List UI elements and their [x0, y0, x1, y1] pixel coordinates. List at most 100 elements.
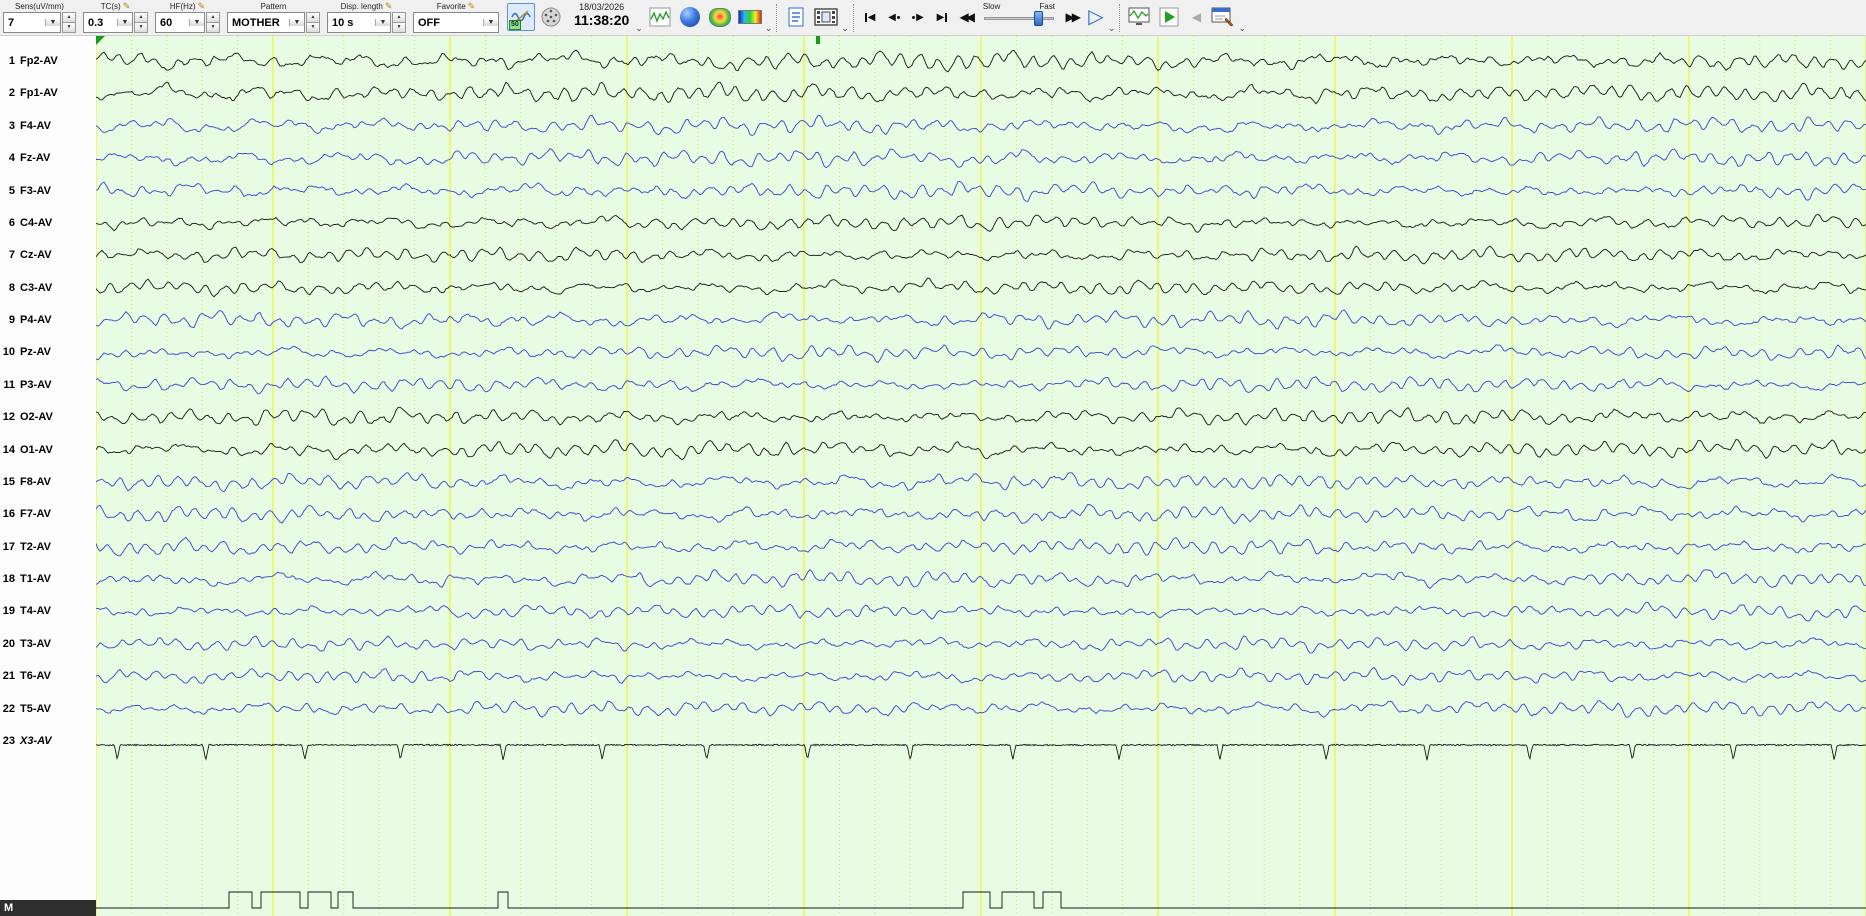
- channel-label-row[interactable]: 9 P4-AV: [0, 312, 96, 328]
- marker-channel-label[interactable]: M: [0, 900, 96, 916]
- sensitivity-up-button[interactable]: ▲: [62, 12, 76, 23]
- channel-label-row[interactable]: 23 X3-AV: [0, 733, 96, 749]
- channel-label-row[interactable]: 4 Fz-AV: [0, 150, 96, 166]
- high-filter-up-button[interactable]: ▲: [206, 12, 220, 23]
- channel-label-row[interactable]: 19 T4-AV: [0, 603, 96, 619]
- montage-settings-icon: [1211, 7, 1234, 27]
- channel-label-column: M 1 Fp2-AV 2 Fp1-AV 3 F4-AV 4 Fz-AV 5 F3-AV 6 C4-AV…: [0, 36, 96, 916]
- speed-fast-label: Fast: [1039, 2, 1055, 11]
- edit-pencil-icon[interactable]: ✎: [123, 2, 131, 11]
- datetime-display[interactable]: 18/03/2026 11:38:20: [570, 2, 633, 28]
- speed-slider-handle[interactable]: [1033, 11, 1043, 26]
- channel-label-row[interactable]: 21 T6-AV: [0, 668, 96, 684]
- channel-label-row[interactable]: 18 T1-AV: [0, 571, 96, 587]
- channel-label-row[interactable]: 11 P3-AV: [0, 377, 96, 393]
- pattern-dropdown-icon[interactable]: ▼: [289, 19, 304, 26]
- channel-number: 12: [2, 411, 15, 424]
- channel-label: X3-AV: [20, 734, 52, 747]
- rewind-button[interactable]: ◀◀: [954, 5, 978, 29]
- display-length-up-button[interactable]: ▲: [392, 12, 406, 23]
- favorite-select[interactable]: OFF ▼: [413, 12, 499, 33]
- topographic-map-button[interactable]: [706, 3, 734, 31]
- time-constant-up-button[interactable]: ▲: [134, 12, 148, 23]
- datetime-dropdown-icon[interactable]: ⌄: [635, 23, 643, 34]
- display-length-select[interactable]: 10 s ▼: [327, 12, 391, 33]
- eeg-trace-area[interactable]: [96, 36, 1866, 916]
- display-length-control: Disp. length ✎ 10 s ▼ ▲ ▼: [327, 1, 406, 33]
- time-constant-control: TC(s) ✎ 0.3 ▼ ▲ ▼: [83, 1, 148, 33]
- trace-view-button[interactable]: [646, 3, 674, 31]
- fast-forward-button[interactable]: ▶▶: [1060, 5, 1084, 29]
- channel-label-row[interactable]: 8 C3-AV: [0, 280, 96, 296]
- play-button[interactable]: ▷: [1084, 5, 1108, 29]
- channel-label-row[interactable]: 22 T5-AV: [0, 701, 96, 717]
- channel-label-row[interactable]: 5 F3-AV: [0, 183, 96, 199]
- video-button[interactable]: [812, 3, 840, 31]
- brain-3d-map-button[interactable]: [676, 3, 704, 31]
- channel-number: 11: [3, 378, 15, 391]
- channel-number: 23: [2, 734, 15, 747]
- pattern-up-button[interactable]: ▲: [306, 12, 320, 23]
- channel-label-row[interactable]: 12 O2-AV: [0, 409, 96, 425]
- eeg-canvas[interactable]: [96, 36, 1866, 916]
- channel-label-row[interactable]: 15 F8-AV: [0, 474, 96, 490]
- channel-label-row[interactable]: 16 F7-AV: [0, 506, 96, 522]
- eeg-viewer-window: Sens(uV/mm) 7 ▼ ▲ ▼ TC(s) ✎ 0.3 ▼ ▲ ▼ HF…: [0, 0, 1866, 916]
- channel-label-row[interactable]: 6 C4-AV: [0, 215, 96, 231]
- display-length-down-button[interactable]: ▼: [392, 23, 406, 33]
- video-dropdown-icon[interactable]: ⌄: [841, 23, 849, 34]
- time-constant-down-button[interactable]: ▼: [134, 23, 148, 33]
- toolbar-separator: [776, 4, 778, 32]
- notch-filter-button[interactable]: 50: [507, 3, 535, 31]
- monitor-trace-button[interactable]: [1125, 3, 1153, 31]
- sensitivity-control: Sens(uV/mm) 7 ▼ ▲ ▼: [3, 1, 76, 33]
- sensitivity-dropdown-icon[interactable]: ▼: [45, 19, 60, 26]
- maps-dropdown-icon[interactable]: ⌄: [765, 23, 773, 34]
- next-page-button[interactable]: ▶: [906, 5, 930, 29]
- edit-pencil-icon[interactable]: ✎: [198, 2, 206, 11]
- montage-settings-button[interactable]: [1209, 3, 1237, 31]
- edit-pencil-icon[interactable]: ✎: [468, 2, 476, 11]
- channel-label-row[interactable]: 1 Fp2-AV: [0, 53, 96, 69]
- start-monitoring-button[interactable]: [1155, 3, 1183, 31]
- settings-dropdown-icon[interactable]: ⌄: [1238, 23, 1246, 34]
- sensitivity-select[interactable]: 7 ▼: [3, 12, 61, 33]
- channel-label-row[interactable]: 20 T3-AV: [0, 636, 96, 652]
- sensitivity-down-button[interactable]: ▼: [62, 23, 76, 33]
- play-dropdown-icon[interactable]: ⌄: [1108, 23, 1116, 34]
- current-date: 18/03/2026: [579, 2, 625, 12]
- color-scale-icon: [737, 10, 762, 24]
- previous-page-button[interactable]: ◀: [882, 5, 906, 29]
- color-scale-button[interactable]: [736, 3, 764, 31]
- edit-pencil-icon[interactable]: ✎: [385, 2, 393, 11]
- channel-label-row[interactable]: 7 Cz-AV: [0, 247, 96, 263]
- high-filter-down-button[interactable]: ▼: [206, 23, 220, 33]
- high-filter-dropdown-icon[interactable]: ▼: [189, 19, 204, 26]
- favorite-dropdown-icon[interactable]: ▼: [483, 19, 498, 26]
- sync-marker-icon: [816, 36, 820, 44]
- back-disabled-button[interactable]: ◀: [1184, 5, 1208, 29]
- speed-slider[interactable]: Slow Fast: [982, 2, 1056, 32]
- channel-label-row[interactable]: 14 O1-AV: [0, 442, 96, 458]
- pattern-down-button[interactable]: ▼: [306, 23, 320, 33]
- go-last-page-button[interactable]: ▶: [930, 5, 954, 29]
- channel-number: 19: [2, 605, 15, 618]
- speed-slider-track[interactable]: [983, 17, 1054, 20]
- channel-label-row[interactable]: 3 F4-AV: [0, 118, 96, 134]
- notch-50hz-badge: 50: [509, 20, 521, 30]
- channel-label: F8-AV: [20, 475, 51, 488]
- electrode-map-button[interactable]: [537, 3, 565, 31]
- channel-label-row[interactable]: 2 Fp1-AV: [0, 85, 96, 101]
- display-length-dropdown-icon[interactable]: ▼: [375, 19, 390, 26]
- channel-label-row[interactable]: 17 T2-AV: [0, 539, 96, 555]
- pattern-select[interactable]: MOTHER ▼: [227, 12, 305, 33]
- channel-label-row[interactable]: 10 Pz-AV: [0, 344, 96, 360]
- time-constant-select[interactable]: 0.3 ▼: [83, 12, 133, 33]
- toolbar: Sens(uV/mm) 7 ▼ ▲ ▼ TC(s) ✎ 0.3 ▼ ▲ ▼ HF…: [0, 0, 1866, 36]
- channel-label: Fz-AV: [20, 152, 51, 165]
- high-filter-select[interactable]: 60 ▼: [155, 12, 205, 33]
- channel-label: F4-AV: [20, 119, 51, 132]
- go-first-page-button[interactable]: ◀: [858, 5, 882, 29]
- patient-info-button[interactable]: [782, 3, 810, 31]
- time-constant-dropdown-icon[interactable]: ▼: [117, 19, 132, 26]
